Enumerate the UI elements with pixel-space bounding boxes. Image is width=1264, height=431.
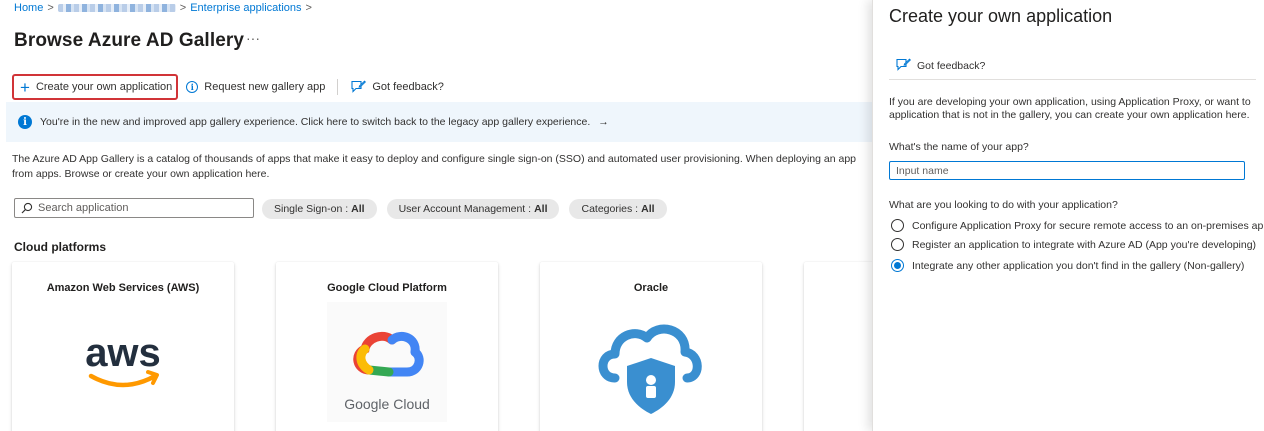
app-card-title: Amazon Web Services (AWS) xyxy=(46,282,200,294)
filter-label: User Account Management : xyxy=(398,203,532,215)
plus-icon: + xyxy=(20,77,30,97)
option-app-proxy[interactable]: Configure Application Proxy for secure r… xyxy=(891,219,1263,232)
google-cloud-logo: Google Cloud xyxy=(327,302,447,422)
filter-value: All xyxy=(641,203,655,215)
panel-intro-text: If you are developing your own applicati… xyxy=(889,96,1251,121)
request-gallery-app-label: Request new gallery app xyxy=(204,81,326,93)
app-card-aws[interactable]: Amazon Web Services (AWS) aws xyxy=(12,262,234,431)
filter-categories[interactable]: Categories : All xyxy=(569,199,667,219)
cloud-shield-icon xyxy=(598,324,702,414)
feedback-icon xyxy=(896,58,911,71)
breadcrumb-redacted-item[interactable] xyxy=(57,4,176,12)
main-content: Home > > Enterprise applications > Brows… xyxy=(0,0,872,431)
app-card-title: Google Cloud Platform xyxy=(327,282,447,294)
info-filled-icon: i xyxy=(18,115,32,129)
create-application-panel: Create your own application Got feedback… xyxy=(872,0,1264,431)
radio-button[interactable] xyxy=(891,219,904,232)
feedback-icon xyxy=(351,80,367,93)
create-own-application-button[interactable]: + Create your own application xyxy=(12,74,179,100)
breadcrumb-enterprise-applications[interactable]: Enterprise applications xyxy=(190,2,301,14)
aws-logo-text: aws xyxy=(85,331,161,375)
filter-bar: Single Sign-on : All User Account Managem… xyxy=(262,199,667,219)
section-title-cloud-platforms: Cloud platforms xyxy=(14,240,106,254)
purpose-label: What are you looking to do with your app… xyxy=(889,199,1118,211)
request-gallery-app-button[interactable]: i Request new gallery app xyxy=(178,74,333,100)
aws-logo: aws xyxy=(63,302,183,422)
google-cloud-logo-text: Google Cloud xyxy=(344,396,430,412)
filter-value: All xyxy=(351,203,365,215)
app-name-label: What's the name of your app? xyxy=(889,141,1029,153)
breadcrumb-home[interactable]: Home xyxy=(14,2,43,14)
search-box[interactable] xyxy=(14,198,254,218)
option-non-gallery[interactable]: Integrate any other application you don'… xyxy=(891,259,1263,272)
radio-button-selected[interactable] xyxy=(891,259,904,272)
radio-button[interactable] xyxy=(891,238,904,251)
app-name-input[interactable] xyxy=(889,161,1245,180)
gallery-description: The Azure AD App Gallery is a catalog of… xyxy=(12,153,857,180)
panel-divider xyxy=(889,79,1256,80)
app-card-google-cloud[interactable]: Google Cloud Platform Google Cloud xyxy=(276,262,498,431)
option-label: Register an application to integrate wit… xyxy=(912,238,1257,251)
page-title: Browse Azure AD Gallery xyxy=(14,30,245,51)
breadcrumb-separator: > xyxy=(47,2,54,14)
filter-value: All xyxy=(534,203,548,215)
filter-user-account-management[interactable]: User Account Management : All xyxy=(386,199,560,219)
create-own-application-label: Create your own application xyxy=(35,81,173,93)
feedback-label: Got feedback? xyxy=(372,81,444,93)
option-label: Configure Application Proxy for secure r… xyxy=(912,219,1263,232)
search-icon xyxy=(21,202,33,214)
info-icon: i xyxy=(186,81,199,93)
toolbar-divider xyxy=(337,79,339,95)
banner-text[interactable]: You're in the new and improved app galle… xyxy=(40,116,590,128)
arrow-right-icon: → xyxy=(598,116,609,128)
filter-single-sign-on[interactable]: Single Sign-on : All xyxy=(262,199,377,219)
app-card-title: Oracle xyxy=(633,282,669,294)
panel-title: Create your own application xyxy=(889,6,1113,26)
command-bar: + Create your own application i Request … xyxy=(12,74,452,100)
google-cloud-logo-icon: Google Cloud xyxy=(344,331,430,412)
app-card-oracle[interactable]: Oracle xyxy=(540,262,762,431)
search-input[interactable] xyxy=(38,202,238,214)
option-register-app[interactable]: Register an application to integrate wit… xyxy=(891,238,1263,251)
filter-label: Categories : xyxy=(581,203,639,215)
aws-logo-icon: aws xyxy=(85,331,161,388)
panel-feedback-label: Got feedback? xyxy=(917,59,986,72)
breadcrumb-separator: > xyxy=(179,2,187,14)
option-label: Integrate any other application you don'… xyxy=(912,259,1245,272)
legacy-experience-banner[interactable]: i You're in the new and improved app gal… xyxy=(6,102,872,142)
app-card-partial[interactable] xyxy=(804,262,872,431)
breadcrumb-separator: > xyxy=(305,2,312,14)
more-options-icon[interactable]: ··· xyxy=(246,30,260,46)
breadcrumb: Home > > Enterprise applications > xyxy=(14,2,312,14)
filter-label: Single Sign-on : xyxy=(274,203,349,215)
oracle-cloud-shield-logo xyxy=(591,302,711,422)
panel-feedback-button[interactable]: Got feedback? xyxy=(895,58,985,73)
feedback-button[interactable]: Got feedback? xyxy=(342,74,452,100)
